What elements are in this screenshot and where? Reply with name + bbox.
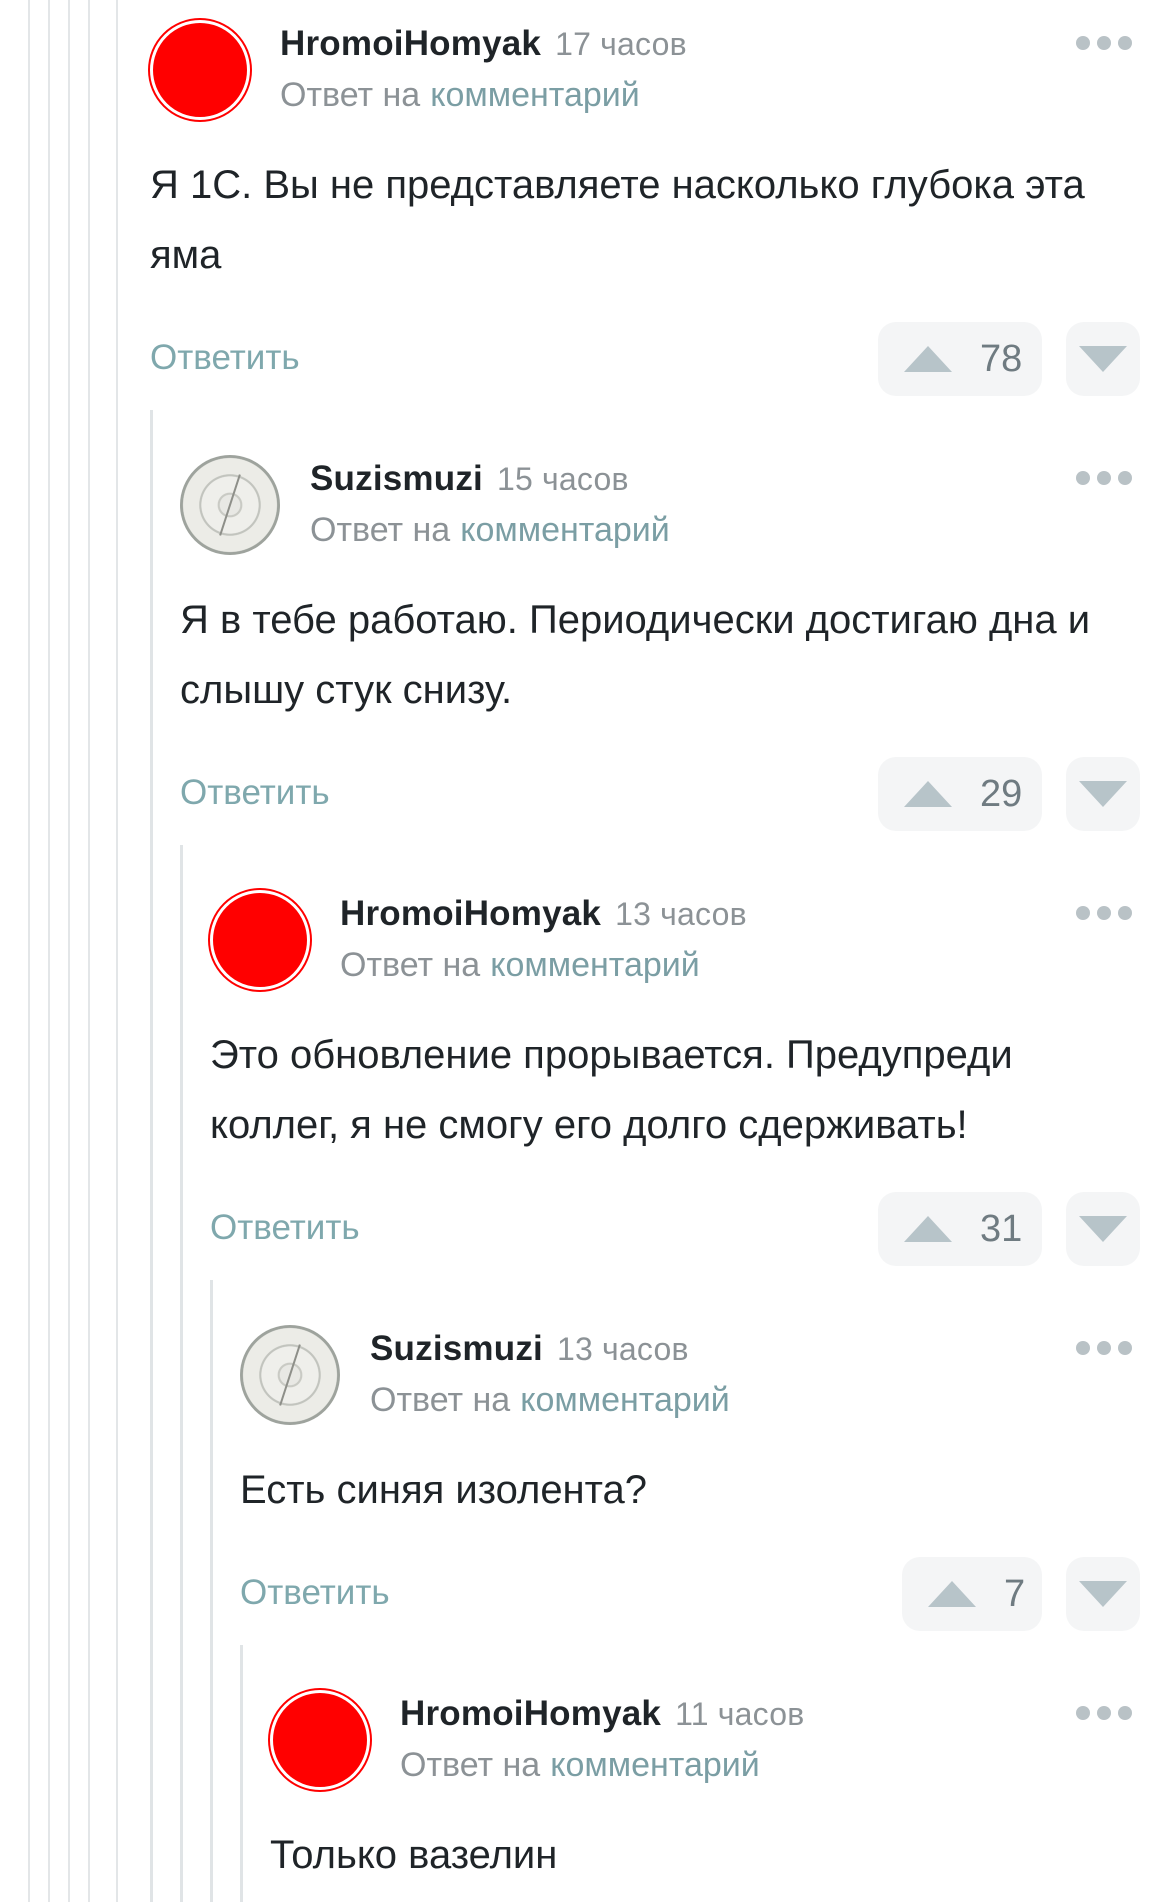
comment-header: HromoiHomyak 13 часов Ответ на комментарий bbox=[210, 870, 1170, 990]
reply-to-prefix: Ответ на bbox=[310, 511, 451, 549]
downvote-arrow-icon bbox=[1079, 1581, 1127, 1607]
username-text[interactable]: Suzismuzi bbox=[310, 459, 483, 498]
avatar[interactable] bbox=[270, 1690, 370, 1790]
reply-branch-line[interactable] bbox=[210, 1280, 213, 1902]
reply-to-prefix: Ответ на bbox=[400, 1746, 541, 1784]
more-dots-icon[interactable] bbox=[1076, 906, 1132, 920]
more-dots-icon[interactable] bbox=[1076, 36, 1132, 50]
reply-to-prefix: Ответ на bbox=[340, 946, 481, 984]
comment: HromoiHomyak 11 часов Ответ на комментарий… bbox=[270, 1670, 1170, 1890]
avatar[interactable] bbox=[150, 20, 250, 120]
thread-line bbox=[28, 0, 30, 1902]
comment-header: HromoiHomyak 11 часов Ответ на комментарий bbox=[270, 1670, 1170, 1790]
upvote-arrow-icon[interactable] bbox=[904, 781, 952, 807]
score: 31 bbox=[980, 1207, 1023, 1250]
comment: HromoiHomyak 17 часов Ответ на комментарий… bbox=[150, 0, 1170, 396]
username-text[interactable]: Suzismuzi bbox=[370, 1329, 543, 1368]
reply-to-prefix: Ответ на bbox=[370, 1381, 511, 1419]
score: 78 bbox=[980, 337, 1023, 380]
username-text[interactable]: HromoiHomyak bbox=[400, 1694, 661, 1733]
parent-comment-link[interactable]: комментарий bbox=[430, 76, 640, 114]
username[interactable]: Suzismuzi 13 часов bbox=[370, 1329, 689, 1369]
downvote-arrow-icon bbox=[1079, 346, 1127, 372]
downvote-arrow-icon bbox=[1079, 781, 1127, 807]
comment-actions: Ответить 78 bbox=[150, 322, 1170, 396]
reply-to-line: Ответ на комментарий bbox=[310, 511, 670, 550]
parent-comment-link[interactable]: комментарий bbox=[550, 1746, 760, 1784]
username[interactable]: Suzismuzi 15 часов bbox=[310, 459, 629, 499]
reply-button[interactable]: Ответить bbox=[210, 1208, 360, 1248]
downvote-button[interactable] bbox=[1066, 1557, 1140, 1631]
downvote-button[interactable] bbox=[1066, 1192, 1140, 1266]
comment-header: HromoiHomyak 17 часов Ответ на комментарий bbox=[150, 0, 1170, 120]
reply-button[interactable]: Ответить bbox=[240, 1573, 390, 1613]
vote-box: 78 bbox=[878, 322, 1042, 396]
username-text[interactable]: HromoiHomyak bbox=[340, 894, 601, 933]
comment-text: Я в тебе работаю. Периодически достигаю … bbox=[180, 598, 1091, 712]
comment-actions: Ответить 29 bbox=[180, 757, 1170, 831]
avatar[interactable] bbox=[180, 455, 280, 555]
reply-branch-line[interactable] bbox=[180, 845, 183, 1902]
timestamp: 17 часов bbox=[555, 26, 687, 62]
avatar[interactable] bbox=[210, 890, 310, 990]
parent-comment-link[interactable]: комментарий bbox=[460, 511, 670, 549]
comment-text: Есть синяя изолента? bbox=[240, 1468, 648, 1512]
more-dots-icon[interactable] bbox=[1076, 471, 1132, 485]
reply-branch-line[interactable] bbox=[150, 410, 153, 1902]
comment-header: Suzismuzi 13 часов Ответ на комментарий bbox=[240, 1305, 1170, 1425]
score: 29 bbox=[980, 772, 1023, 815]
vote-box: 31 bbox=[878, 1192, 1042, 1266]
comment-text: Я 1С. Вы не представляете насколько глуб… bbox=[150, 163, 1085, 277]
avatar[interactable] bbox=[240, 1325, 340, 1425]
timestamp: 13 часов bbox=[556, 1331, 689, 1367]
comment-actions: Ответить 7 bbox=[240, 1557, 1170, 1631]
vote-box: 7 bbox=[902, 1557, 1042, 1631]
more-dots-icon[interactable] bbox=[1076, 1706, 1132, 1720]
username-text[interactable]: HromoiHomyak bbox=[280, 24, 541, 63]
downvote-button[interactable] bbox=[1066, 757, 1140, 831]
thread-line bbox=[116, 0, 118, 1902]
thread-line bbox=[48, 0, 50, 1902]
reply-to-line: Ответ на комментарий bbox=[340, 946, 700, 985]
username[interactable]: HromoiHomyak 13 часов bbox=[340, 894, 747, 934]
downvote-arrow-icon bbox=[1079, 1216, 1127, 1242]
username[interactable]: HromoiHomyak 11 часов bbox=[400, 1694, 804, 1734]
timestamp: 15 часов bbox=[496, 461, 629, 497]
reply-button[interactable]: Ответить bbox=[180, 773, 330, 813]
score: 7 bbox=[1004, 1572, 1026, 1615]
upvote-arrow-icon[interactable] bbox=[904, 346, 952, 372]
thread-line bbox=[68, 0, 70, 1902]
reply-to-line: Ответ на комментарий bbox=[400, 1746, 760, 1785]
comment-header: Suzismuzi 15 часов Ответ на комментарий bbox=[180, 435, 1170, 555]
comment-actions: Ответить 31 bbox=[210, 1192, 1170, 1266]
username[interactable]: HromoiHomyak 17 часов bbox=[280, 24, 687, 64]
upvote-arrow-icon[interactable] bbox=[928, 1581, 976, 1607]
downvote-button[interactable] bbox=[1066, 322, 1140, 396]
reply-button[interactable]: Ответить bbox=[150, 338, 300, 378]
comment-text: Это обновление прорывается. Предупреди к… bbox=[210, 1033, 1013, 1147]
vote-box: 29 bbox=[878, 757, 1042, 831]
thread-line bbox=[88, 0, 90, 1902]
reply-to-prefix: Ответ на bbox=[280, 76, 421, 114]
comment: Suzismuzi 13 часов Ответ на комментарий Ес… bbox=[240, 1305, 1170, 1631]
timestamp: 11 часов bbox=[675, 1696, 805, 1732]
reply-branch-line[interactable] bbox=[240, 1645, 243, 1902]
comment: Suzismuzi 15 часов Ответ на комментарий Я … bbox=[180, 435, 1170, 831]
parent-comment-link[interactable]: комментарий bbox=[520, 1381, 730, 1419]
comment: HromoiHomyak 13 часов Ответ на комментарий… bbox=[210, 870, 1170, 1266]
reply-to-line: Ответ на комментарий bbox=[280, 76, 640, 115]
comment-text: Только вазелин bbox=[270, 1833, 558, 1877]
timestamp: 13 часов bbox=[615, 896, 747, 932]
more-dots-icon[interactable] bbox=[1076, 1341, 1132, 1355]
parent-comment-link[interactable]: комментарий bbox=[490, 946, 700, 984]
upvote-arrow-icon[interactable] bbox=[904, 1216, 952, 1242]
reply-to-line: Ответ на комментарий bbox=[370, 1381, 730, 1420]
